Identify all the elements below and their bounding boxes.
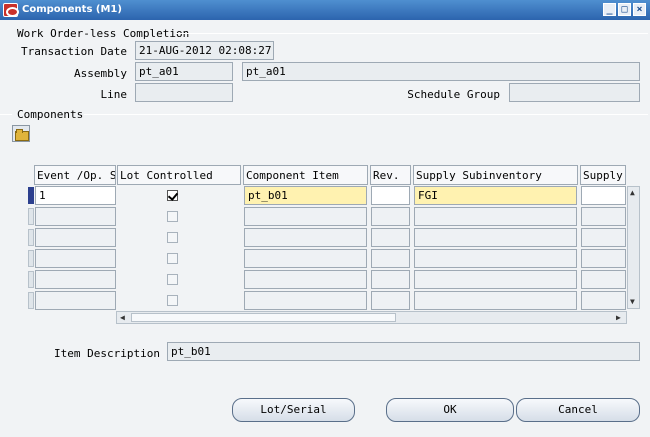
event-cell[interactable] — [35, 270, 116, 289]
horizontal-scroll-thumb[interactable] — [131, 313, 396, 322]
rev-cell[interactable] — [371, 270, 410, 289]
line-label: Line — [100, 88, 128, 101]
column-header-supply-subinventory[interactable]: Supply Subinventory — [413, 165, 578, 185]
folder-icon[interactable] — [12, 125, 30, 142]
item-description-label: Item Description — [54, 347, 160, 360]
lot-controlled-checkbox[interactable] — [167, 295, 178, 306]
lot-serial-button[interactable]: Lot/Serial — [232, 398, 355, 422]
assembly-description-field[interactable]: pt_a01 — [242, 62, 640, 81]
line-field[interactable] — [135, 83, 233, 102]
event-cell[interactable] — [35, 228, 116, 247]
component-item-cell[interactable] — [244, 291, 367, 310]
supply-subinventory-cell[interactable] — [414, 228, 577, 247]
supply-locator-cell[interactable] — [581, 249, 626, 268]
components-divider — [84, 114, 648, 115]
supply-locator-cell[interactable] — [581, 186, 626, 205]
scroll-down-icon[interactable]: ▼ — [630, 297, 635, 307]
column-header-lot-controlled[interactable]: Lot Controlled — [117, 165, 241, 185]
scroll-right-icon[interactable]: ▶ — [616, 313, 621, 323]
event-cell[interactable]: 1 — [35, 186, 116, 205]
window-title: Components (M1) — [22, 4, 122, 15]
event-cell[interactable] — [35, 249, 116, 268]
record-indicator[interactable] — [28, 250, 34, 267]
close-button[interactable]: × — [633, 3, 646, 16]
rev-cell[interactable] — [371, 228, 410, 247]
oracle-icon — [3, 3, 19, 17]
column-header-supply-locator[interactable]: Supply L — [580, 165, 626, 185]
supply-subinventory-cell[interactable]: FGI — [414, 186, 577, 205]
column-header-component-item[interactable]: Component Item — [243, 165, 368, 185]
rev-cell[interactable] — [371, 249, 410, 268]
vertical-scrollbar[interactable]: ▲ ▼ — [627, 186, 640, 309]
component-item-cell[interactable] — [244, 228, 367, 247]
item-description-field[interactable]: pt_b01 — [167, 342, 640, 361]
horizontal-scrollbar[interactable]: ◀ ▶ — [116, 311, 627, 324]
record-indicator[interactable] — [28, 187, 34, 204]
rev-cell[interactable] — [371, 291, 410, 310]
scroll-left-icon[interactable]: ◀ — [120, 313, 125, 323]
supply-locator-cell[interactable] — [581, 291, 626, 310]
record-indicator[interactable] — [28, 271, 34, 288]
components-section-title: Components — [17, 108, 84, 121]
transaction-date-field[interactable]: 21-AUG-2012 02:08:27 — [135, 41, 274, 60]
supply-subinventory-cell[interactable] — [414, 291, 577, 310]
section-divider — [176, 33, 648, 34]
supply-locator-cell[interactable] — [581, 270, 626, 289]
record-indicator[interactable] — [28, 229, 34, 246]
lot-controlled-checkbox[interactable] — [167, 211, 178, 222]
component-item-cell[interactable] — [244, 270, 367, 289]
scroll-up-icon[interactable]: ▲ — [630, 188, 635, 198]
supply-locator-cell[interactable] — [581, 228, 626, 247]
schedule-group-label: Schedule Group — [407, 88, 500, 101]
components-divider-left — [0, 114, 12, 115]
lot-controlled-checkbox[interactable] — [167, 190, 178, 201]
component-item-cell[interactable] — [244, 207, 367, 226]
assembly-field[interactable]: pt_a01 — [135, 62, 233, 81]
minimize-button[interactable]: _ — [603, 3, 616, 16]
supply-subinventory-cell[interactable] — [414, 207, 577, 226]
column-header-rev[interactable]: Rev. — [370, 165, 411, 185]
rev-cell[interactable] — [371, 207, 410, 226]
maximize-button[interactable]: □ — [618, 3, 631, 16]
cancel-button[interactable]: Cancel — [516, 398, 640, 422]
event-cell[interactable] — [35, 207, 116, 226]
title-bar: Components (M1) _ □ × — [0, 0, 650, 20]
lot-controlled-checkbox[interactable] — [167, 253, 178, 264]
column-header-event-op-seq[interactable]: Event /Op. Se — [34, 165, 116, 185]
lot-controlled-checkbox[interactable] — [167, 274, 178, 285]
component-item-cell[interactable]: pt_b01 — [244, 186, 367, 205]
transaction-date-label: Transaction Date — [21, 45, 127, 58]
assembly-label: Assembly — [74, 67, 127, 80]
rev-cell[interactable] — [371, 186, 410, 205]
event-cell[interactable] — [35, 291, 116, 310]
lot-controlled-checkbox[interactable] — [167, 232, 178, 243]
record-indicator[interactable] — [28, 208, 34, 225]
schedule-group-field[interactable] — [509, 83, 640, 102]
record-indicator[interactable] — [28, 292, 34, 309]
ok-button[interactable]: OK — [386, 398, 514, 422]
supply-subinventory-cell[interactable] — [414, 249, 577, 268]
work-order-less-section-title: Work Order-less Completion — [17, 27, 190, 40]
supply-locator-cell[interactable] — [581, 207, 626, 226]
supply-subinventory-cell[interactable] — [414, 270, 577, 289]
component-item-cell[interactable] — [244, 249, 367, 268]
